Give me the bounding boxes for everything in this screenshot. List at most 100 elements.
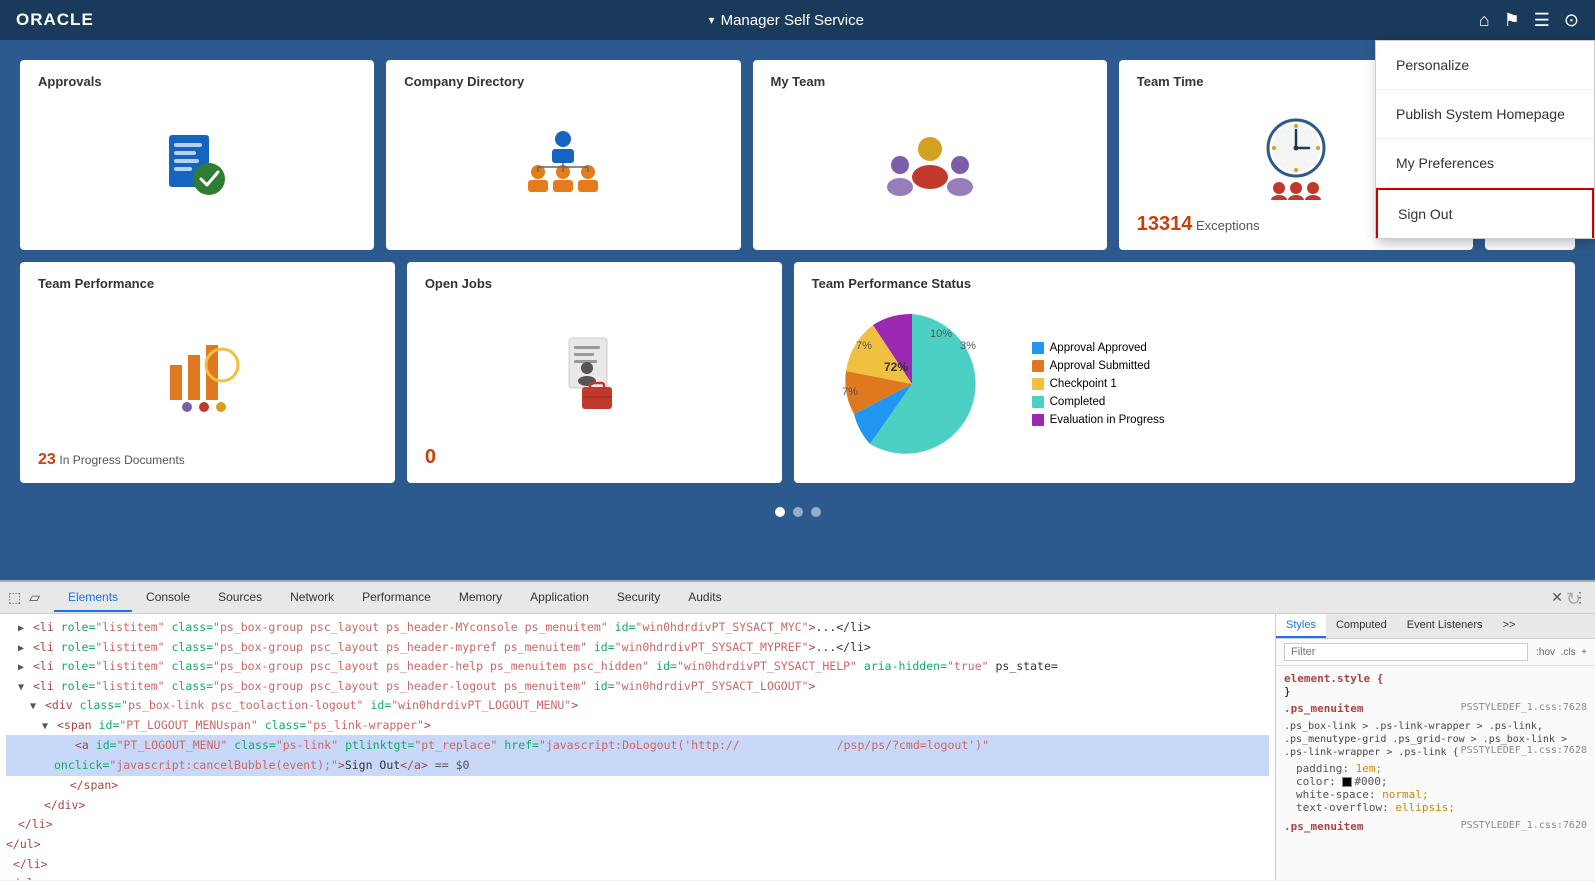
styles-element-style: element.style { } — [1284, 672, 1587, 698]
styles-ps-box-link: .ps_box-link > .ps-link-wrapper > .ps-li… — [1284, 719, 1587, 758]
legend-label-submitted: Approval Submitted — [1050, 360, 1150, 372]
devtools-filter-options: :hov .cls + — [1536, 647, 1587, 658]
code-line-8: </span> — [6, 776, 1269, 796]
devtools-tab-security[interactable]: Security — [603, 584, 674, 612]
legend-label-evaluation: Evaluation in Progress — [1050, 414, 1165, 426]
devtools-styles-content: element.style { } .ps_menuitem PSSTYLEDE… — [1276, 666, 1595, 839]
code-line-7-selected[interactable]: <a id="PT_LOGOUT_MENU" class="ps-link" p… — [6, 735, 1269, 776]
devtools-right-tab-styles[interactable]: Styles — [1276, 614, 1326, 638]
devtools-right-tab-computed[interactable]: Computed — [1326, 614, 1397, 638]
pagination-dot-2[interactable] — [793, 507, 803, 517]
tile-team-performance[interactable]: Team Performance 23 In Progress Document… — [20, 262, 395, 483]
styles-ps-menuitem-2: .ps_menuitem PSSTYLEDEF_1.css:7620 — [1284, 820, 1587, 833]
code-line-10: </li> — [6, 815, 1269, 835]
triangle-4: ▼ — [18, 682, 24, 693]
dropdown-item-preferences[interactable]: My Preferences — [1376, 139, 1594, 188]
pagination — [20, 495, 1575, 523]
dropdown-menu: Personalize Publish System Homepage My P… — [1375, 40, 1595, 239]
devtools-tab-application[interactable]: Application — [516, 584, 603, 612]
tile-team-performance-title: Team Performance — [38, 276, 377, 291]
oracle-logo: ORACLE — [16, 10, 94, 30]
tile-my-team[interactable]: My Team — [753, 60, 1107, 250]
triangle-2: ▶ — [18, 643, 24, 654]
tile-team-performance-status[interactable]: Team Performance Status — [794, 262, 1575, 483]
tile-open-jobs-footer: 0 — [425, 446, 764, 469]
devtools-panel: ⬚ ▱ Elements Console Sources Network Per… — [0, 580, 1595, 880]
devtools-tab-performance[interactable]: Performance — [348, 584, 445, 612]
legend-approval-approved: Approval Approved — [1032, 342, 1165, 354]
devtools-inspect-icon[interactable]: ⬚ — [8, 589, 21, 606]
legend-evaluation: Evaluation in Progress — [1032, 414, 1165, 426]
code-line-6: ▼ <span id="PT_LOGOUT_MENUspan" class="p… — [6, 716, 1269, 736]
devtools-tab-audits[interactable]: Audits — [674, 584, 735, 612]
devtools-tab-elements[interactable]: Elements — [54, 584, 132, 612]
devtools-device-icon[interactable]: ▱ — [29, 589, 40, 606]
devtools-filter-input[interactable] — [1284, 643, 1528, 661]
legend-dot-submitted — [1032, 360, 1044, 372]
tile-team-performance-icon — [38, 299, 377, 451]
app-title: Manager Self Service — [721, 12, 864, 29]
header-nav-icons: ⌂ ⚑ ☰ ⊙ Personalize Publish System Homep… — [1479, 10, 1579, 31]
menu-icon[interactable]: ☰ — [1534, 10, 1550, 31]
tile-company-directory-icon — [404, 97, 722, 236]
main-content: Approvals Company Directory — [0, 40, 1595, 580]
devtools-body: ▶ <li role="listitem" class="ps_box-grou… — [0, 614, 1595, 880]
tile-team-performance-status-title: Team Performance Status — [812, 276, 1557, 291]
pagination-dot-3[interactable] — [811, 507, 821, 517]
styles-prop-color: color: #000; — [1284, 775, 1587, 788]
dropdown-item-signout[interactable]: Sign Out — [1376, 188, 1594, 238]
devtools-right-tab-event-listeners[interactable]: Event Listeners — [1397, 614, 1493, 638]
svg-text:7%: 7% — [842, 386, 858, 398]
user-icon[interactable]: ⊙ — [1564, 10, 1579, 31]
triangle-7 — [54, 741, 66, 752]
tile-company-directory-title: Company Directory — [404, 74, 722, 89]
tile-my-team-title: My Team — [771, 74, 1089, 89]
svg-text:3%: 3% — [960, 340, 976, 352]
devtools-tabs: ⬚ ▱ Elements Console Sources Network Per… — [0, 582, 1595, 614]
legend-checkpoint1: Checkpoint 1 — [1032, 378, 1165, 390]
tile-open-jobs[interactable]: Open Jobs 0 — [407, 262, 782, 483]
devtools-right-tabs: Styles Computed Event Listeners >> — [1276, 614, 1595, 639]
devtools-right-tab-more[interactable]: >> — [1493, 614, 1526, 638]
devtools-tab-sources[interactable]: Sources — [204, 584, 276, 612]
legend-dot-checkpoint — [1032, 378, 1044, 390]
code-line-4: ▼ <li role="listitem" class="ps_box-grou… — [6, 677, 1269, 697]
tile-approvals-icon — [38, 97, 356, 236]
code-line-11: </ul> — [6, 835, 1269, 855]
styles-prop-whitespace: white-space: normal; — [1284, 788, 1587, 801]
pagination-dot-1[interactable] — [775, 507, 785, 517]
triangle-5: ▼ — [30, 701, 36, 712]
code-line-5: ▼ <div class="ps_box-link psc_toolaction… — [6, 696, 1269, 716]
home-icon[interactable]: ⌂ — [1479, 10, 1490, 31]
styles-ps-menuitem: .ps_menuitem PSSTYLEDEF_1.css:7628 — [1284, 702, 1587, 715]
tile-approvals-title: Approvals — [38, 74, 356, 89]
dropdown-item-personalize[interactable]: Personalize — [1376, 41, 1594, 90]
devtools-tab-console[interactable]: Console — [132, 584, 204, 612]
dropdown-item-publish[interactable]: Publish System Homepage — [1376, 90, 1594, 139]
styles-prop-padding: padding: 1em; — [1284, 762, 1587, 775]
title-arrow: ▾ — [709, 13, 715, 27]
chart-legend: Approval Approved Approval Submitted Che… — [1032, 342, 1165, 426]
tile-my-team-icon — [771, 97, 1089, 236]
legend-completed: Completed — [1032, 396, 1165, 408]
header: ORACLE ▾ Manager Self Service ⌂ ⚑ ☰ ⊙ Pe… — [0, 0, 1595, 40]
header-title: ▾ Manager Self Service — [709, 12, 864, 29]
triangle-1: ▶ — [18, 623, 24, 634]
devtools-close-icon[interactable]: ✕ — [1551, 589, 1563, 606]
tile-company-directory[interactable]: Company Directory — [386, 60, 740, 250]
devtools-filter-bar: :hov .cls + — [1276, 639, 1595, 666]
legend-label-completed: Completed — [1050, 396, 1106, 408]
code-line-1: ▶ <li role="listitem" class="ps_box-grou… — [6, 618, 1269, 638]
tile-approvals[interactable]: Approvals — [20, 60, 374, 250]
devtools-tab-network[interactable]: Network — [276, 584, 348, 612]
oracle-logo-text: ORACLE — [16, 10, 94, 30]
triangle-3: ▶ — [18, 662, 24, 673]
flag-icon[interactable]: ⚑ — [1504, 10, 1520, 31]
code-line-2: ▶ <li role="listitem" class="ps_box-grou… — [6, 638, 1269, 658]
devtools-tab-memory[interactable]: Memory — [445, 584, 516, 612]
svg-text:10%: 10% — [930, 328, 952, 340]
tile-open-jobs-title: Open Jobs — [425, 276, 764, 291]
refresh-icon[interactable]: ↻ — [1566, 589, 1581, 610]
tile-row-1: Approvals Company Directory — [20, 60, 1575, 250]
code-line-3: ▶ <li role="listitem" class="ps_box-grou… — [6, 657, 1269, 677]
